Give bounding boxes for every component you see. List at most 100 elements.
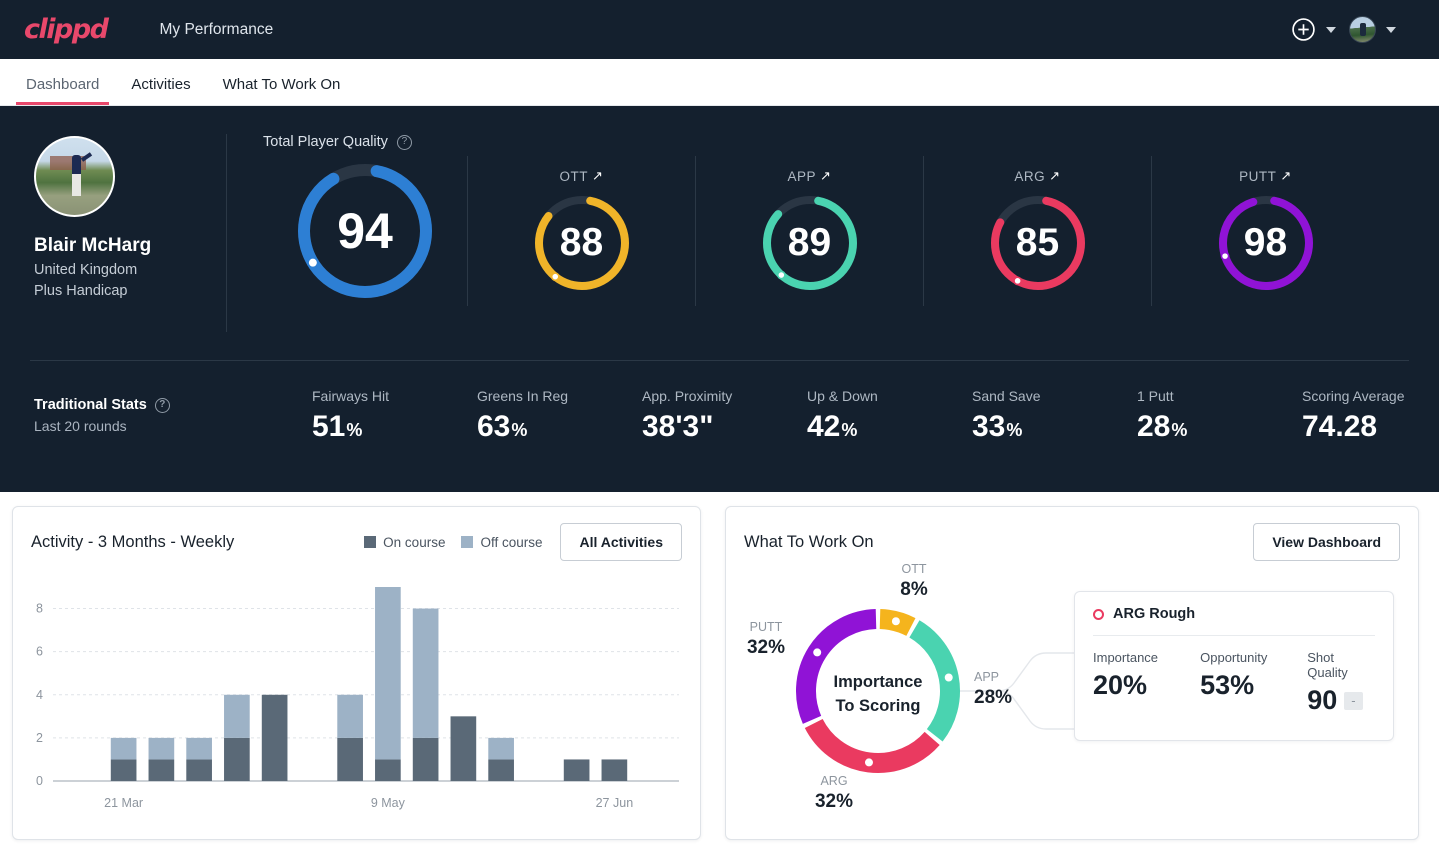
detail-metric-label: Importance xyxy=(1093,650,1159,665)
status-badge: - xyxy=(1344,691,1363,710)
detail-metric-value: 20% xyxy=(1093,670,1148,700)
bar-on-course xyxy=(261,694,288,781)
bar-on-course xyxy=(224,737,250,781)
arrow-up-right-icon: ↗ xyxy=(592,168,604,183)
activity-card-header: Activity - 3 Months - Weekly On course O… xyxy=(13,507,700,561)
stat-unit: % xyxy=(1171,419,1188,440)
stat-unit: % xyxy=(1006,419,1023,440)
detail-metric-value: 53% xyxy=(1200,670,1255,700)
stat-label: Greens In Reg xyxy=(477,387,569,404)
all-activities-button[interactable]: All Activities xyxy=(560,523,682,561)
gauge-app: APP ↗ 89 xyxy=(695,156,923,306)
app-quality-ring: 89 xyxy=(759,192,861,294)
wtwo-detail-title: ARG Rough xyxy=(1113,606,1196,622)
bar-on-course xyxy=(110,759,137,781)
tab-what-to-work-on[interactable]: What To Work On xyxy=(207,76,357,105)
total-player-quality-section: Total Player Quality ? 94 OTT ↗ 88 APP ↗… xyxy=(226,134,1439,332)
app-logo[interactable]: clippd xyxy=(16,16,109,43)
stat-fairways-hit: Fairways Hit 51% xyxy=(312,388,477,444)
stat-one-putt: 1 Putt 28% xyxy=(1137,388,1302,444)
view-dashboard-button[interactable]: View Dashboard xyxy=(1253,523,1400,561)
stat-label: Fairways Hit xyxy=(312,387,390,404)
activity-legend: On course Off course xyxy=(364,535,542,550)
detail-metric-shot-quality: Shot Quality 90 - xyxy=(1307,650,1375,716)
arg-quality-value: 85 xyxy=(1015,221,1060,264)
stat-label: Scoring Average xyxy=(1302,387,1405,404)
stat-greens-in-reg: Greens In Reg 63% xyxy=(477,388,642,444)
legend-swatch xyxy=(364,536,377,548)
ott-quality-ring: 88 xyxy=(531,192,633,294)
tab-dashboard[interactable]: Dashboard xyxy=(10,76,115,105)
svg-text:8: 8 xyxy=(36,602,43,616)
gauge-app-label: APP xyxy=(787,168,817,184)
bar-off-course xyxy=(186,737,212,760)
avatar[interactable] xyxy=(1349,16,1376,43)
chevron-down-icon[interactable] xyxy=(1386,26,1396,33)
stat-up-and-down: Up & Down 42% xyxy=(807,388,972,444)
svg-text:21 Mar: 21 Mar xyxy=(104,796,143,810)
donut-label-putt: PUTT xyxy=(750,620,783,634)
question-mark-icon[interactable]: ? xyxy=(396,134,412,150)
gauge-ott: OTT ↗ 88 xyxy=(467,156,695,306)
legend-swatch xyxy=(461,536,474,548)
plus-circle-icon[interactable] xyxy=(1291,17,1316,42)
svg-text:9 May: 9 May xyxy=(371,796,406,810)
bar-on-course xyxy=(450,716,477,781)
donut-segment-arg xyxy=(804,718,940,773)
bar-on-course xyxy=(375,759,401,781)
bar-off-course xyxy=(110,737,137,760)
donut-marker xyxy=(810,646,824,659)
stat-value: 63 xyxy=(477,409,511,443)
donut-marker xyxy=(942,671,956,684)
top-bar-actions xyxy=(1291,16,1423,43)
stat-label: Sand Save xyxy=(972,387,1041,404)
tab-activities[interactable]: Activities xyxy=(115,76,206,105)
donut-value-arg: 32% xyxy=(815,791,853,812)
total-player-quality-label: Total Player Quality xyxy=(263,134,388,150)
stat-label: 1 Putt xyxy=(1137,387,1174,404)
bar-off-course xyxy=(224,694,250,738)
bar-on-course xyxy=(186,759,212,781)
circle-outline-icon xyxy=(1093,608,1104,620)
stat-value: 28 xyxy=(1137,409,1171,443)
detail-metric-value: 90 xyxy=(1307,685,1338,715)
bar-off-course xyxy=(148,737,175,760)
detail-metric-opportunity: Opportunity 53% xyxy=(1200,650,1307,716)
player-avatar[interactable] xyxy=(34,136,115,217)
total-player-quality-header: Total Player Quality ? xyxy=(263,134,1439,150)
wtwo-detail-panel: ARG Rough Importance 20% Opportunity 53%… xyxy=(1074,591,1394,741)
bar-on-course xyxy=(488,759,514,781)
page-title: My Performance xyxy=(159,20,274,38)
bar-on-course xyxy=(563,759,590,781)
question-mark-icon[interactable]: ? xyxy=(154,397,170,413)
svg-text:4: 4 xyxy=(36,688,43,702)
gauge-overall: 94 xyxy=(263,160,467,302)
traditional-stats-subtitle: Last 20 rounds xyxy=(34,418,127,434)
stat-value: 38'3" xyxy=(642,409,714,443)
legend-item-off-course: Off course xyxy=(461,535,542,550)
gauge-arg-label: ARG xyxy=(1014,168,1046,184)
donut-value-ott: 8% xyxy=(900,579,928,600)
overall-quality-value: 94 xyxy=(337,203,393,259)
stat-label: Up & Down xyxy=(807,387,878,404)
what-to-work-on-card: What To Work On View Dashboard Importanc… xyxy=(725,506,1419,840)
bar-off-course xyxy=(488,737,514,760)
donut-value-app: 28% xyxy=(974,687,1012,708)
player-handicap: Plus Handicap xyxy=(34,283,128,299)
chevron-down-icon[interactable] xyxy=(1326,26,1336,33)
quality-gauges: 94 OTT ↗ 88 APP ↗ 89 ARG ↗ 85 PUTT ↗ 98 xyxy=(263,156,1439,306)
stat-sand-save: Sand Save 33% xyxy=(972,388,1137,444)
bar-off-course xyxy=(337,694,363,738)
stat-value: 42 xyxy=(807,409,841,443)
donut-value-putt: 32% xyxy=(747,637,785,658)
putt-quality-value: 98 xyxy=(1243,221,1288,264)
arrow-up-right-icon: ↗ xyxy=(1280,168,1292,183)
tab-bar: Dashboard Activities What To Work On xyxy=(0,59,1439,106)
player-profile: Blair McHarg United Kingdom Plus Handica… xyxy=(0,106,226,360)
activity-card: Activity - 3 Months - Weekly On course O… xyxy=(12,506,701,840)
stat-value: 33 xyxy=(972,409,1006,443)
app-quality-value: 89 xyxy=(787,221,832,264)
stat-value: 51 xyxy=(312,409,346,443)
wtwo-card-title: What To Work On xyxy=(744,532,874,551)
bar-off-course xyxy=(375,587,401,760)
